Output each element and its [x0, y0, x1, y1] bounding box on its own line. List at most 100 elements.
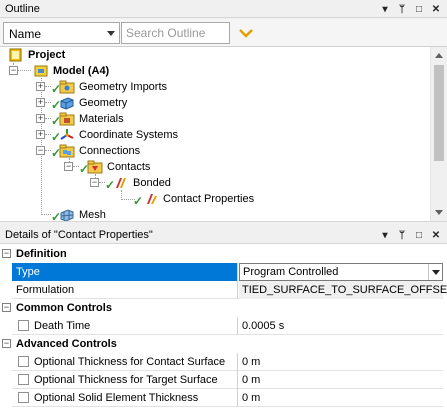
type-select[interactable]: Program Controlled — [239, 263, 443, 281]
type-select-value: Program Controlled — [243, 266, 339, 278]
outline-window-controls: ▾ ᛘ □ ✕ — [378, 1, 443, 17]
scrollbar-thumb[interactable] — [434, 65, 444, 161]
property-row-target-thickness[interactable]: Optional Thickness for Target Surface 0 … — [12, 371, 443, 389]
tree-item-mesh[interactable]: Mesh — [59, 207, 106, 221]
property-row-death-time[interactable]: Death Time 0.0005 s — [12, 317, 443, 335]
project-icon — [9, 48, 22, 62]
parameter-checkbox[interactable] — [18, 356, 29, 367]
tree-item-label: Mesh — [79, 209, 106, 221]
details-window-controls: ▾ ᛘ □ ✕ — [378, 227, 443, 243]
tree-item-contacts[interactable]: Contacts — [87, 159, 150, 175]
geometry-icon — [60, 97, 74, 110]
search-outline-input[interactable] — [121, 22, 230, 44]
property-key: Type — [12, 263, 238, 281]
tree-item-label: Model (A4) — [53, 65, 110, 77]
tree-item-coordinate-systems[interactable]: Coordinate Systems — [59, 127, 178, 143]
parameter-checkbox[interactable] — [18, 374, 29, 385]
tree-item-bonded[interactable]: Bonded — [113, 175, 171, 191]
tree-item-geometry[interactable]: Geometry — [59, 95, 127, 111]
property-row-type[interactable]: Type Program Controlled — [12, 263, 443, 281]
property-value[interactable]: 0.0005 s — [239, 317, 443, 335]
filter-select[interactable]: Name — [3, 22, 120, 44]
coordinate-systems-icon — [60, 129, 74, 140]
collapse-icon[interactable]: − — [2, 303, 11, 312]
collapse-icon[interactable]: − — [2, 339, 11, 348]
chevron-down-icon[interactable]: ▾ — [378, 227, 392, 243]
outline-toolbar: Name — [0, 19, 447, 47]
contacts-icon — [87, 160, 103, 174]
bonded-contact-icon — [116, 178, 126, 188]
tree-item-label: Geometry — [79, 97, 128, 109]
tree-item-geometry-imports[interactable]: Geometry Imports — [59, 79, 167, 95]
tree-item-label: Materials — [79, 113, 124, 125]
details-panel: Details of "Contact Properties" ▾ ᛘ □ ✕ … — [0, 226, 447, 412]
section-definition[interactable]: − Definition — [0, 245, 447, 263]
chevron-down-icon[interactable] — [428, 264, 442, 280]
tree-item-label: Project — [28, 49, 66, 61]
connections-icon — [59, 144, 75, 158]
maximize-icon[interactable]: □ — [412, 227, 426, 243]
property-key: Optional Thickness for Target Surface — [34, 374, 218, 386]
tree-item-label: Geometry Imports — [79, 81, 168, 93]
tree-toggle-model[interactable]: − — [9, 66, 18, 75]
tree-toggle-materials[interactable]: + — [36, 114, 45, 123]
section-title: Common Controls — [16, 302, 112, 314]
close-icon[interactable]: ✕ — [429, 1, 443, 17]
pin-icon[interactable]: ᛘ — [395, 227, 409, 243]
property-value[interactable]: 0 m — [239, 353, 443, 371]
property-key: Formulation — [12, 281, 238, 299]
contact-properties-icon — [147, 194, 157, 204]
details-title: Details of "Contact Properties" — [5, 229, 153, 241]
tree-item-connections[interactable]: Connections — [59, 143, 140, 159]
property-value[interactable]: 0 m — [239, 389, 443, 407]
mesh-icon — [60, 209, 74, 221]
parameter-checkbox[interactable] — [18, 320, 29, 331]
expand-collapse-chevron-icon[interactable] — [236, 25, 256, 41]
property-row-contact-thickness[interactable]: Optional Thickness for Contact Surface 0… — [12, 353, 443, 371]
tree-toggle-contacts[interactable]: − — [64, 162, 73, 171]
property-key: Death Time — [34, 320, 91, 332]
outline-title: Outline — [5, 3, 40, 15]
chevron-down-icon[interactable]: ▾ — [378, 1, 392, 17]
parameter-checkbox[interactable] — [18, 392, 29, 403]
scroll-down-icon[interactable] — [435, 210, 443, 215]
section-common-controls[interactable]: − Common Controls — [0, 299, 447, 317]
property-row-formulation[interactable]: Formulation TIED_SURFACE_TO_SURFACE_OFFS… — [12, 281, 447, 299]
tree-item-materials[interactable]: Materials — [59, 111, 124, 127]
section-advanced-controls[interactable]: − Advanced Controls — [0, 335, 447, 353]
tree-item-label: Connections — [79, 145, 141, 157]
panel-splitter[interactable] — [0, 221, 447, 225]
property-key: Optional Thickness for Contact Surface — [34, 356, 226, 368]
model-icon — [34, 65, 48, 77]
collapse-icon[interactable]: − — [2, 249, 11, 258]
property-value[interactable]: TIED_SURFACE_TO_SURFACE_OFFSET — [239, 281, 447, 299]
tree-toggle-geometry-imports[interactable]: + — [36, 82, 45, 91]
tree-toggle-geometry[interactable]: + — [36, 98, 45, 107]
tree-toggle-coordinate-systems[interactable]: + — [36, 130, 45, 139]
tree-toggle-bonded[interactable]: − — [90, 178, 99, 187]
tree-item-label: Coordinate Systems — [79, 129, 179, 141]
filter-select-value: Name — [9, 27, 42, 41]
maximize-icon[interactable]: □ — [412, 1, 426, 17]
outline-tree: Project − Model (A4) + ✓ Geometry Import… — [0, 47, 430, 221]
details-title-bar: Details of "Contact Properties" ▾ ᛘ □ ✕ — [0, 226, 447, 244]
property-key: Optional Solid Element Thickness — [34, 392, 199, 404]
tree-toggle-connections[interactable]: − — [36, 146, 45, 155]
property-key-cell: Optional Thickness for Contact Surface — [12, 353, 238, 371]
pin-icon[interactable]: ᛘ — [395, 1, 409, 17]
tree-item-project[interactable]: Project — [8, 47, 65, 63]
geometry-imports-icon — [59, 80, 75, 94]
property-value[interactable]: 0 m — [239, 371, 443, 389]
tree-item-label: Contacts — [107, 161, 151, 173]
scroll-up-icon[interactable] — [435, 53, 443, 58]
tree-item-label: Bonded — [133, 177, 171, 189]
tree-item-contact-properties[interactable]: Contact Properties — [143, 191, 254, 207]
outline-title-bar: Outline ▾ ᛘ □ ✕ — [0, 0, 447, 18]
tree-item-label: Contact Properties — [163, 193, 255, 205]
materials-icon — [59, 112, 75, 126]
close-icon[interactable]: ✕ — [429, 227, 443, 243]
section-title: Advanced Controls — [16, 338, 117, 350]
tree-vertical-scrollbar[interactable] — [430, 47, 447, 221]
property-row-solid-element-thickness[interactable]: Optional Solid Element Thickness 0 m — [12, 389, 443, 407]
tree-item-model[interactable]: Model (A4) — [33, 63, 109, 79]
